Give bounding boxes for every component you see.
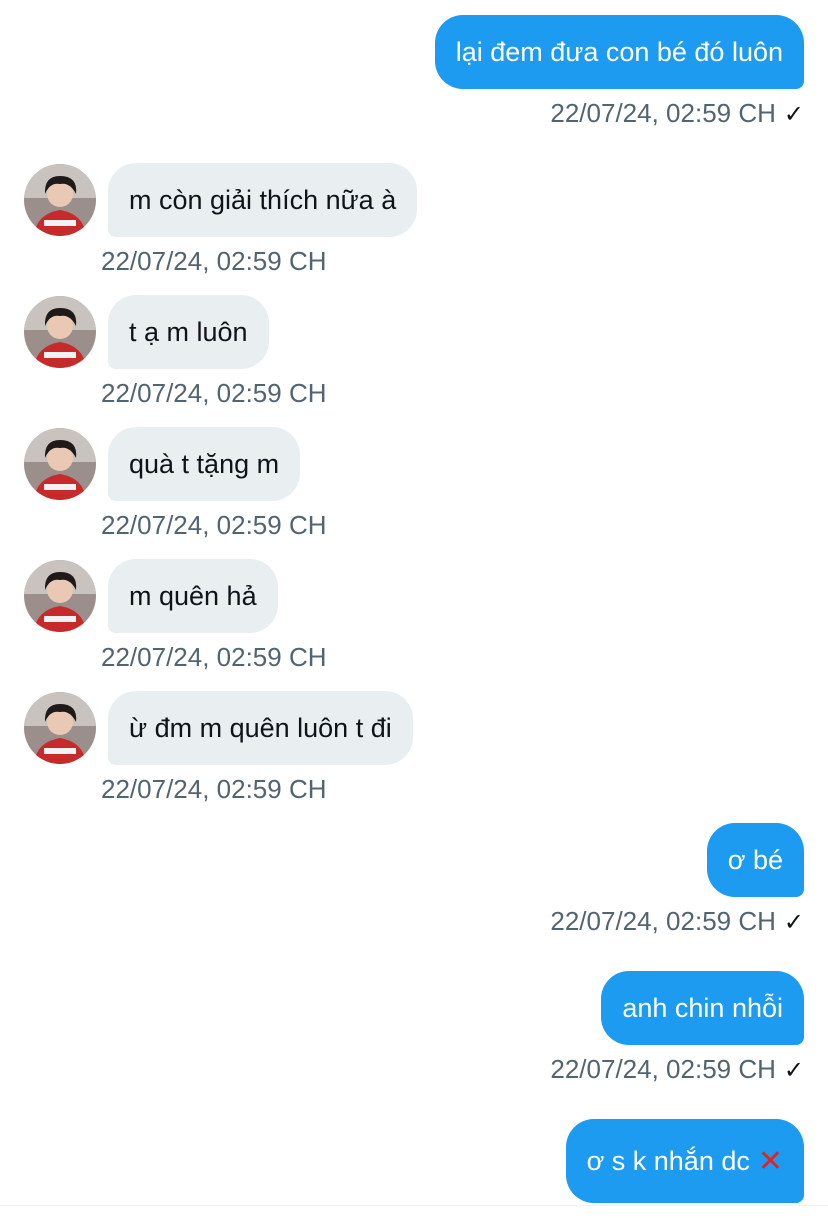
outgoing-message-bubble[interactable]: ơ s k nhắn dc ✕ bbox=[565, 1119, 804, 1203]
outgoing-message-bubble[interactable]: lại đem đưa con bé đó luôn bbox=[434, 15, 804, 89]
composer-divider bbox=[0, 1205, 828, 1206]
message-timestamp: 22/07/24, 02:59 CH bbox=[101, 510, 327, 540]
avatar-image bbox=[24, 692, 96, 764]
incoming-message-bubble[interactable]: m quên hả bbox=[108, 559, 278, 633]
sent-check-icon: ✓ bbox=[783, 909, 804, 936]
avatar[interactable] bbox=[24, 296, 96, 368]
message-text: quà t tặng m bbox=[129, 449, 280, 479]
message-text: ừ đm m quên luôn t đi bbox=[129, 713, 392, 743]
message-timestamp: 22/07/24, 02:59 CH bbox=[101, 378, 327, 408]
avatar[interactable] bbox=[24, 692, 96, 764]
timestamp-text: 22/07/24, 02:59 CH bbox=[550, 906, 776, 936]
message-timestamp: 22/07/24, 02:59 CH ✓ bbox=[550, 1054, 804, 1086]
outgoing-message-bubble[interactable]: ơ bé bbox=[706, 823, 804, 897]
sent-check-icon: ✓ bbox=[783, 1057, 804, 1084]
message-timestamp: 22/07/24, 02:59 CH bbox=[101, 774, 327, 804]
outgoing-message-bubble[interactable]: anh chin nhỗi bbox=[601, 971, 804, 1045]
sent-check-icon: ✓ bbox=[783, 101, 804, 128]
avatar-image bbox=[24, 428, 96, 500]
message-text: t ạ m luôn bbox=[129, 317, 248, 347]
avatar[interactable] bbox=[24, 560, 96, 632]
avatar[interactable] bbox=[24, 428, 96, 500]
message-text: m còn giải thích nữa à bbox=[129, 185, 397, 215]
message-timestamp: 22/07/24, 02:59 CH ✓ bbox=[550, 98, 804, 130]
message-text: lại đem đưa con bé đó luôn bbox=[455, 37, 783, 67]
conversation-thread: lại đem đưa con bé đó luôn 22/07/24, 02:… bbox=[0, 0, 828, 1218]
message-timestamp: 22/07/24, 02:59 CH ✓ bbox=[550, 906, 804, 938]
avatar-image bbox=[24, 560, 96, 632]
message-timestamp: 22/07/24, 02:59 CH bbox=[101, 642, 327, 672]
avatar[interactable] bbox=[24, 164, 96, 236]
cross-mark-icon: ✕ bbox=[757, 1145, 783, 1178]
avatar-image bbox=[24, 296, 96, 368]
incoming-message-bubble[interactable]: ừ đm m quên luôn t đi bbox=[108, 691, 413, 765]
timestamp-text: 22/07/24, 02:59 CH bbox=[550, 98, 776, 128]
message-text: ơ s k nhắn dc bbox=[586, 1146, 750, 1176]
message-timestamp: 22/07/24, 02:59 CH bbox=[101, 246, 327, 276]
avatar-image bbox=[24, 164, 96, 236]
incoming-message-bubble[interactable]: quà t tặng m bbox=[108, 427, 301, 501]
message-text: ơ bé bbox=[727, 845, 783, 875]
message-text: anh chin nhỗi bbox=[622, 993, 783, 1023]
timestamp-text: 22/07/24, 02:59 CH bbox=[550, 1054, 776, 1084]
incoming-message-bubble[interactable]: m còn giải thích nữa à bbox=[108, 163, 418, 237]
incoming-message-bubble[interactable]: t ạ m luôn bbox=[108, 295, 269, 369]
message-text: m quên hả bbox=[129, 581, 257, 611]
